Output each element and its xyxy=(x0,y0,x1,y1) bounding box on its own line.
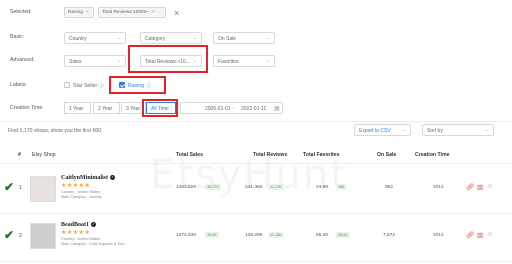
shop-name[interactable]: CaitlynMinimalist ✓ xyxy=(61,175,116,181)
on-sale-count: 952 xyxy=(385,185,394,190)
tag-label: Raving xyxy=(68,10,83,15)
advanced-label: Advanced: xyxy=(10,57,35,63)
highlight-box-all-time xyxy=(142,99,178,117)
category-select[interactable]: Category ⌄ xyxy=(140,32,202,44)
clear-all-icon[interactable]: × xyxy=(174,9,179,18)
favorites-delta: 189 xyxy=(336,184,347,190)
checkmark-icon: ✔ xyxy=(4,180,15,194)
reviews-delta: 11.15K xyxy=(268,232,284,238)
selected-tag-raving[interactable]: Raving × xyxy=(64,7,94,18)
on-sale-select[interactable]: On Sale ⌄ xyxy=(213,32,275,44)
creation-time-label: Creation Time: xyxy=(10,105,44,111)
select-value: Category xyxy=(145,36,166,42)
label-text: Star Seller xyxy=(73,83,98,89)
sales-delta: 10.27K xyxy=(205,184,222,190)
remove-tag-icon[interactable]: × xyxy=(86,10,89,15)
date-range-picker[interactable]: 2005-01-01 ~ 2022-01-11 ▦ xyxy=(180,102,283,114)
highlight-box-total-reviews xyxy=(128,45,208,73)
total-favorites: 24.9K xyxy=(316,185,329,190)
checkmark-icon: ✔ xyxy=(4,228,15,242)
export-csv-button[interactable]: Export to CSV ⌄ xyxy=(354,124,411,136)
star-icon[interactable]: ☆ xyxy=(487,230,493,238)
chart-icon[interactable]: ▥ xyxy=(477,231,483,239)
link-icon[interactable]: 🔗︎ xyxy=(466,183,474,191)
header-rank: # xyxy=(18,152,21,158)
date-separator: ~ xyxy=(232,106,235,112)
star-icon[interactable]: ☆ xyxy=(487,182,493,190)
remove-tag-icon[interactable]: × xyxy=(152,10,155,15)
end-date[interactable]: 2022-01-11 xyxy=(241,106,266,112)
start-date[interactable]: 2005-01-01 xyxy=(205,106,231,112)
sales-delta: 39.6K xyxy=(205,232,219,238)
row-rank: 2 xyxy=(19,233,23,239)
header-creation-time[interactable]: Creation Time xyxy=(415,152,450,158)
range-2-year[interactable]: 2 Year xyxy=(93,102,120,114)
header-total-reviews[interactable]: Total Reviews xyxy=(253,152,287,158)
calendar-icon: ▦ xyxy=(274,106,280,112)
shop-name[interactable]: BeadBoat1 ✓ xyxy=(61,222,97,228)
header-total-favorites[interactable]: Total Favorites xyxy=(303,152,340,158)
shop-thumbnail[interactable] xyxy=(30,176,56,202)
info-icon: ⓘ xyxy=(98,83,104,89)
chevron-down-icon: ⌄ xyxy=(265,58,270,64)
chevron-down-icon: ⌄ xyxy=(192,35,197,41)
chevron-down-icon: ⌄ xyxy=(116,58,121,64)
sort-label: Sort by xyxy=(427,128,443,134)
link-icon[interactable]: 🔗︎ xyxy=(466,231,474,239)
sales-select[interactable]: Sales ⌄ xyxy=(64,55,126,67)
total-sales: 1374.83K xyxy=(176,233,197,238)
chevron-down-icon: ⌄ xyxy=(265,35,270,41)
on-sale-count: 7,672 xyxy=(383,233,396,238)
table-header: # Etsy Shop Total Sales Total Reviews To… xyxy=(0,146,512,164)
results-summary: Find 1,170 shops, show you the first 600 xyxy=(8,128,102,134)
favorites-delta: 28.6K xyxy=(336,232,350,238)
chevron-down-icon: ⌄ xyxy=(484,127,489,133)
favorites-select[interactable]: Favorites ⌄ xyxy=(213,55,275,67)
total-favorites: 55.2K xyxy=(316,233,329,238)
table-row: ✔ 2 BeadBoat1 ✓ ★★★★★ Country : United St… xyxy=(0,214,512,262)
rating-stars: ★★★★★ xyxy=(61,230,91,236)
tag-label: Total Reviews:10000~ xyxy=(102,10,150,15)
basic-label: Basic: xyxy=(10,34,25,40)
total-reviews: 138.28K xyxy=(245,233,263,238)
total-reviews: 241.46K xyxy=(245,185,263,190)
shop-name-text: BeadBoat1 xyxy=(61,222,90,228)
chevron-down-icon: ⌄ xyxy=(401,127,406,133)
shop-category: Main Category : Jewelry xyxy=(61,195,102,199)
country-select[interactable]: Country ⌄ xyxy=(64,32,126,44)
range-1-year[interactable]: 1 Year xyxy=(64,102,91,114)
select-value: On Sale xyxy=(218,36,237,42)
row-rank: 1 xyxy=(19,185,23,191)
chart-icon[interactable]: ▥ xyxy=(477,183,483,191)
creation-year: 2014 xyxy=(433,185,444,190)
shop-name-text: CaitlynMinimalist xyxy=(61,175,109,181)
shop-thumbnail[interactable] xyxy=(30,223,56,249)
rating-stars: ★★★★★ xyxy=(61,183,91,189)
table-row: ✔ 1 CaitlynMinimalist ✓ ★★★★★ Country : U… xyxy=(0,166,512,214)
sort-by-select[interactable]: Sort by ⌄ xyxy=(422,124,494,136)
star-seller-checkbox[interactable] xyxy=(64,82,70,88)
select-value: Favorites xyxy=(218,59,239,65)
select-value: Country xyxy=(69,36,87,42)
shop-category: Main Category : Craft Supplies & Tool... xyxy=(61,242,128,246)
header-total-sales[interactable]: Total Sales xyxy=(176,152,203,158)
reviews-delta: 11.17K xyxy=(268,184,284,190)
highlight-box-raving xyxy=(109,76,166,94)
selected-label: Selected: xyxy=(10,9,32,15)
creation-year: 2014 xyxy=(433,233,444,238)
labels-label: Labels: xyxy=(10,82,27,88)
star-seller-label: Star Seller ⓘ xyxy=(73,82,104,89)
header-shop: Etsy Shop xyxy=(32,152,56,158)
header-on-sale[interactable]: On Sale xyxy=(377,152,396,158)
filter-panel: Selected: Raving × Total Reviews:10000~ × … xyxy=(0,0,512,122)
verified-icon: ✓ xyxy=(91,222,97,228)
select-value: Sales xyxy=(69,59,82,65)
export-label: Export to CSV xyxy=(359,128,391,134)
total-sales: 1463.52K xyxy=(176,185,197,190)
chevron-down-icon: ⌄ xyxy=(116,35,121,41)
selected-tag-total-reviews[interactable]: Total Reviews:10000~ × xyxy=(98,7,166,18)
verified-icon: ✓ xyxy=(110,175,116,181)
